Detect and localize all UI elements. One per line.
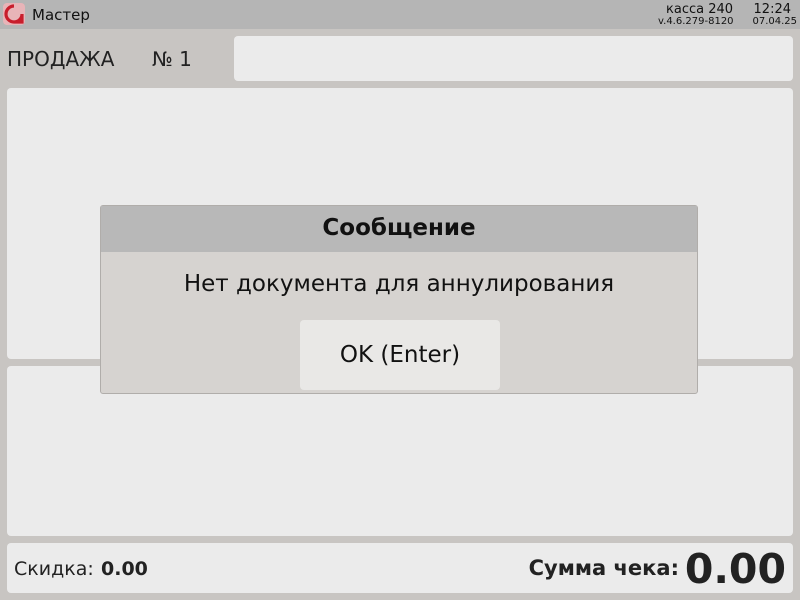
totals-panel: Скидка: 0.00 Сумма чека: 0.00: [7, 543, 793, 593]
dialog-message: Нет документа для аннулирования: [183, 271, 615, 297]
user-name: Мастер: [32, 6, 90, 24]
ok-button[interactable]: OK (Enter): [300, 320, 500, 390]
version-date: 07.04.25: [752, 16, 797, 27]
document-type: ПРОДАЖА: [7, 47, 115, 71]
message-dialog: Сообщение Нет документа для аннулировани…: [100, 205, 698, 394]
dialog-title: Сообщение: [322, 215, 476, 241]
discount-label: Скидка:: [14, 558, 94, 580]
discount-value: 0.00: [101, 558, 148, 580]
clock: 12:24: [753, 2, 791, 17]
dialog-header: Сообщение: [101, 206, 697, 252]
version-label: v.4.6.279-8120: [658, 16, 734, 27]
top-bar: Мастер касса 240 12:24 v.4.6.279-8120 07…: [0, 0, 800, 29]
input-field[interactable]: [234, 36, 793, 81]
document-number: № 1: [152, 47, 192, 71]
total-label: Сумма чека:: [528, 556, 679, 580]
brand-logo-icon: [3, 3, 25, 25]
cash-register-label: касса 240: [666, 2, 734, 17]
total-value: 0.00: [684, 545, 786, 593]
